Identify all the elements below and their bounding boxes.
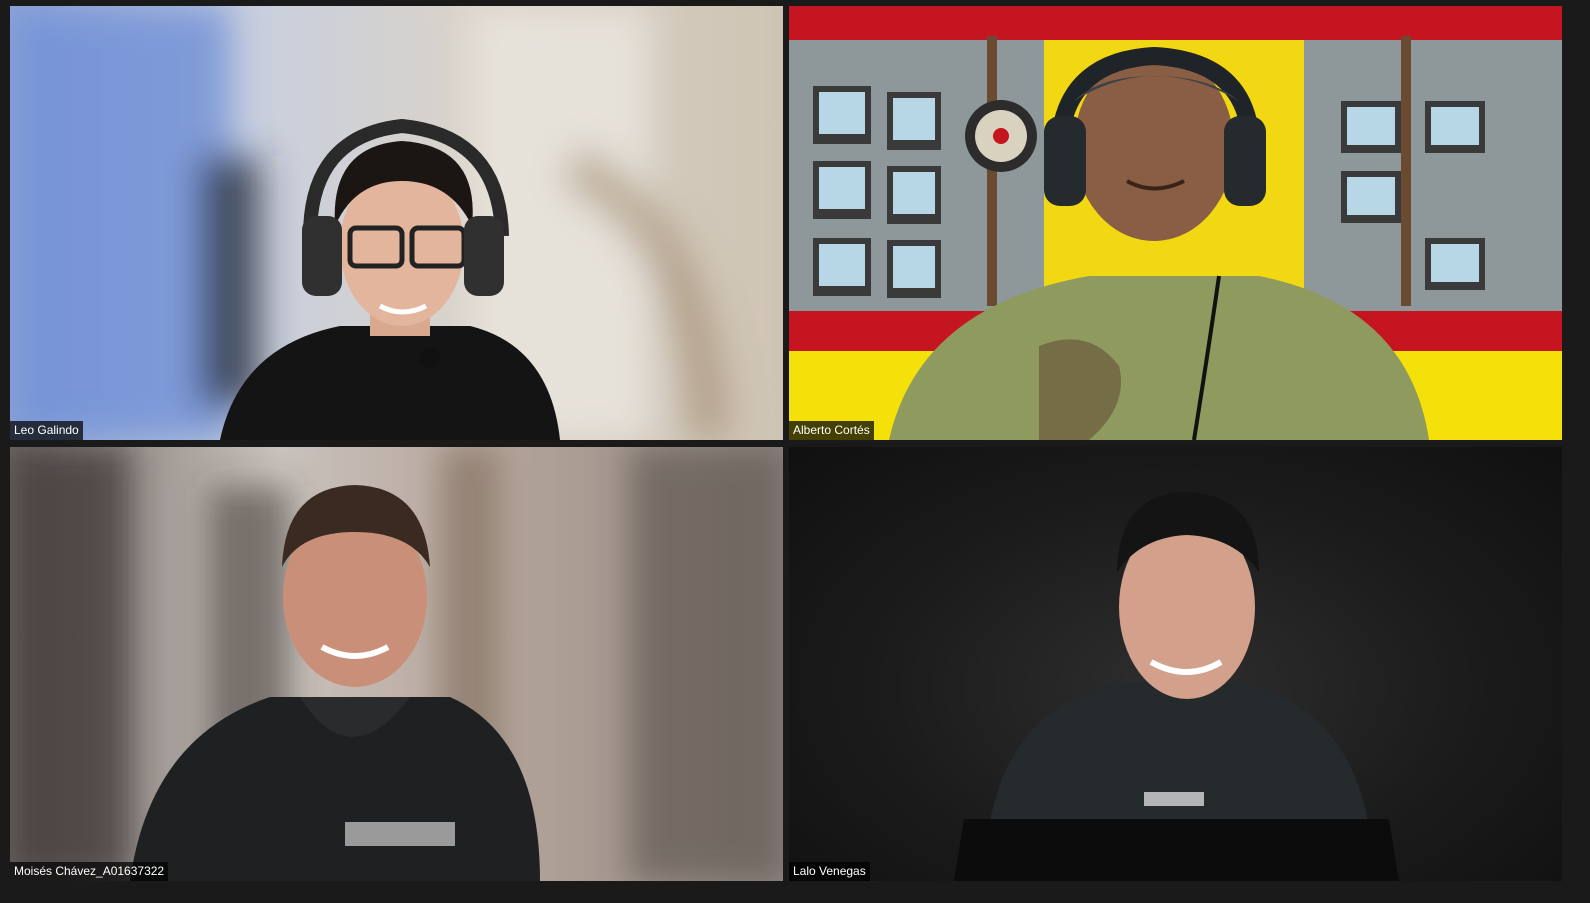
participant-video-feed	[789, 6, 1562, 440]
participant-video-image	[954, 492, 1399, 881]
participant-video-tile-4[interactable]: Lalo Venegas	[789, 447, 1562, 881]
participant-video-feed	[10, 447, 783, 881]
participant-name-label: Leo Galindo	[10, 421, 83, 440]
video-gallery-grid: Leo Galindo Alberto Cortés Moisés Chávez…	[0, 0, 1590, 903]
participant-video-tile-3[interactable]: Moisés Chávez_A01637322	[10, 447, 783, 881]
participant-video-image	[10, 6, 730, 440]
participant-video-feed	[10, 6, 783, 440]
participant-video-image	[789, 6, 1562, 440]
participant-video-tile-1[interactable]: Leo Galindo	[10, 6, 783, 440]
participant-video-image	[10, 447, 783, 881]
participant-video-tile-2[interactable]: Alberto Cortés	[789, 6, 1562, 440]
participant-name-label: Alberto Cortés	[789, 421, 874, 440]
participant-name-label: Lalo Venegas	[789, 862, 870, 881]
participant-video-feed	[789, 447, 1562, 881]
participant-name-label: Moisés Chávez_A01637322	[10, 862, 169, 881]
